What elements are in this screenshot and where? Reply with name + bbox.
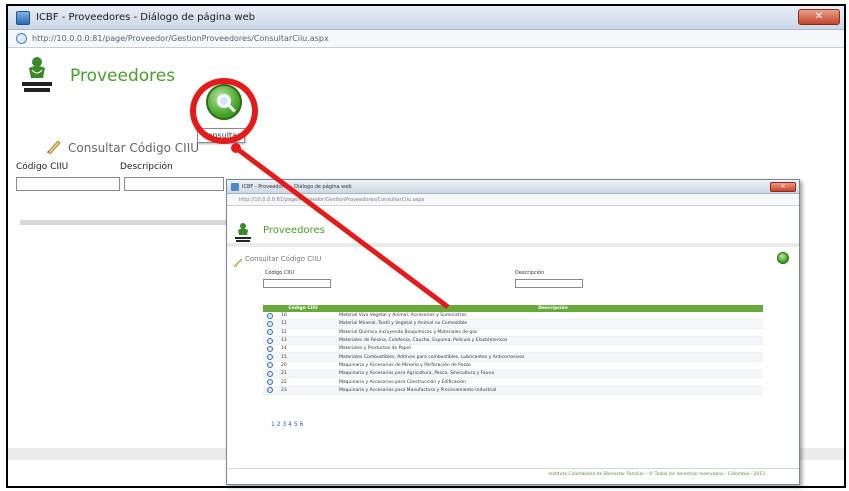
inner-ie-icon: [231, 182, 239, 191]
inner-codigo-input[interactable]: [263, 279, 331, 288]
table-row[interactable]: 15 Materiales Combustibles, Aditivos para…: [263, 353, 763, 362]
descripcion-input[interactable]: [124, 177, 224, 191]
row-code: 21: [281, 371, 287, 377]
row-description: Maquinaria y Accesorios para Manufactura…: [339, 387, 497, 393]
row-code: 15: [281, 354, 287, 360]
row-code: 20: [281, 362, 287, 368]
section-title: Consultar Código CIIU: [68, 141, 200, 155]
page-icon: [16, 33, 27, 44]
table-row[interactable]: 13 Materiales de Resina, Colofonia, Cauch…: [263, 336, 763, 346]
footer-divider: [227, 468, 799, 469]
ciiu-results-table: Código CIIU Descripción 10 Material Vivo …: [263, 305, 763, 395]
inner-header-bar: [227, 243, 799, 247]
table-row[interactable]: 14 Materiales y Productos de Papel: [263, 345, 763, 354]
table-row[interactable]: 23 Maquinaria y Accesorios para Manufactu…: [263, 386, 763, 395]
inner-dialog-screenshot: ICBF - Proveedores - Diálogo de página w…: [226, 179, 800, 485]
table-row[interactable]: 20 Maquinaria y Accesorios de Minería y P…: [263, 362, 763, 371]
row-code: 14: [281, 346, 287, 352]
header-codigo: Código CIIU: [288, 306, 318, 311]
row-code: 12: [281, 329, 287, 335]
inner-title-bar: ICBF - Proveedores - Diálogo de página w…: [227, 180, 799, 194]
table-row[interactable]: 12 Material Químico incluyendo Bioquímico…: [263, 329, 763, 337]
inner-descripcion-input[interactable]: [515, 279, 583, 288]
descripcion-label: Descripción: [120, 162, 173, 172]
screenshot-page: ICBF - Proveedores - Diálogo de página w…: [0, 0, 849, 491]
table-row[interactable]: 10 Material Vivo Vegetal y Animal, Acceso…: [263, 312, 763, 321]
row-code: 10: [281, 313, 287, 319]
results-separator: [20, 220, 230, 225]
row-code: 23: [281, 387, 287, 393]
row-description: Material Vivo Vegetal y Animal, Accesori…: [339, 313, 467, 319]
row-description: Maquinaria y Accesorios de Minería y Per…: [339, 362, 471, 368]
pagination[interactable]: 1 2 3 4 5 6: [271, 421, 303, 428]
header-descripcion: Descripción: [538, 306, 568, 311]
table-row[interactable]: 21 Maquinaria y Accesorios para Agricultu…: [263, 370, 763, 379]
row-description: Material Mineral, Textil y Vegetal y Ani…: [339, 321, 468, 327]
inner-descripcion-label: Descripción: [515, 270, 545, 276]
title-bar: ICBF - Proveedores - Diálogo de página w…: [8, 6, 844, 30]
address-bar: http://10.0.0.0:81/page/Proveedor/Gestio…: [8, 30, 844, 48]
row-description: Materiales Combustibles, Aditivos para c…: [339, 354, 525, 360]
inner-codigo-label: Código CIIU: [265, 270, 295, 276]
window-title: ICBF - Proveedores - Diálogo de página w…: [36, 12, 256, 23]
icbf-logo: [20, 54, 54, 98]
row-code: 13: [281, 338, 287, 344]
row-description: Material Químico incluyendo Bioquímicos …: [339, 329, 478, 335]
annotation-circle: [190, 78, 258, 144]
ie-icon: [16, 10, 30, 25]
app-title: Proveedores: [70, 66, 176, 86]
pencil-icon: [46, 138, 62, 155]
row-code: 22: [281, 379, 287, 385]
table-row[interactable]: 11 Material Mineral, Textil y Vegetal y A…: [263, 320, 763, 329]
address-text: http://10.0.0.0:81/page/Proveedor/Gestio…: [32, 34, 329, 43]
inner-app-title: Proveedores: [263, 225, 325, 236]
inner-pencil-icon: [233, 252, 243, 268]
inner-search-icon[interactable]: [777, 252, 789, 264]
table-row[interactable]: 22 Maquinaria y Accesorios para Construcc…: [263, 378, 763, 387]
inner-window-title: ICBF - Proveedores - Diálogo de página w…: [242, 183, 352, 190]
codigo-ciiu-input[interactable]: [16, 177, 120, 191]
row-description: Materiales y Productos de Papel: [339, 346, 411, 352]
inner-address-text: http://10.0.0.0:81/page/Proveedor/Gestio…: [239, 196, 425, 203]
inner-section-title: Consultar Código CIIU: [245, 255, 322, 263]
row-description: Materiales de Resina, Colofonia, Caucho,…: [339, 338, 508, 344]
codigo-ciiu-label: Código CIIU: [16, 162, 69, 172]
close-button[interactable]: ✕: [798, 9, 840, 25]
row-description: Maquinaria y Accesorios para Construcció…: [339, 379, 466, 385]
inner-address-bar: http://10.0.0.0:81/page/Proveedor/Gestio…: [227, 194, 799, 206]
inner-icbf-logo: [234, 222, 252, 244]
inner-close-button[interactable]: ✕: [770, 182, 796, 192]
row-description: Maquinaria y Accesorios para Agricultura…: [339, 371, 495, 377]
row-code: 11: [281, 321, 287, 327]
footer-text: Instituto Colombiano de Bienestar Famili…: [548, 472, 765, 477]
table-header: Código CIIU Descripción: [263, 305, 763, 312]
